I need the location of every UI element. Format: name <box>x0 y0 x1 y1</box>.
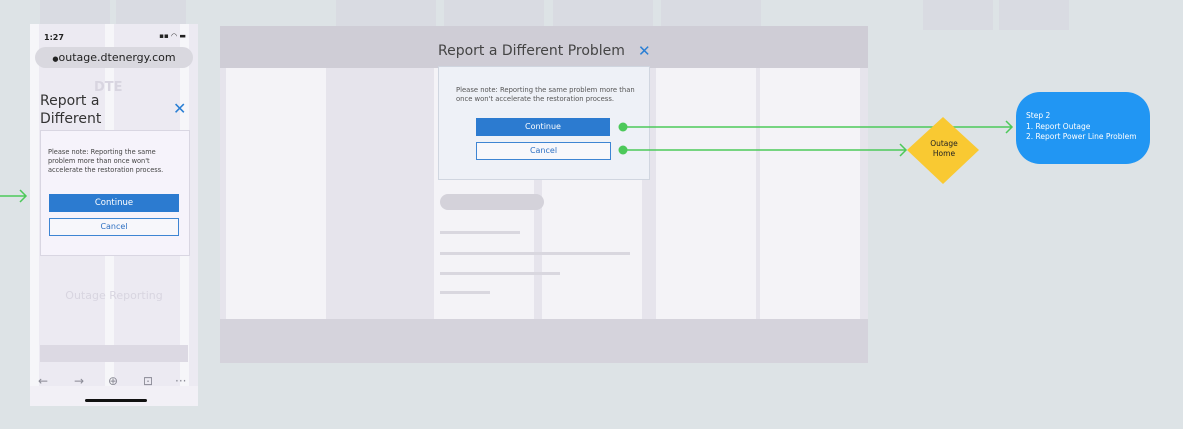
flow-connectors <box>0 117 1014 203</box>
step-box: Step 2 1. Report Outage 2. Report Power … <box>1016 92 1150 164</box>
step-title: Step 2 <box>1026 111 1051 120</box>
step-item: 2. Report Power Line Problem <box>1026 132 1137 141</box>
connector-dot <box>618 122 628 132</box>
connector-cancel <box>623 143 908 157</box>
arrow-icon <box>0 189 28 203</box>
connector-dot <box>618 145 628 155</box>
step-list: 1. Report Outage 2. Report Power Line Pr… <box>1026 122 1137 142</box>
step-item: 1. Report Outage <box>1026 122 1091 131</box>
decision-label: Outage Home <box>930 139 958 158</box>
